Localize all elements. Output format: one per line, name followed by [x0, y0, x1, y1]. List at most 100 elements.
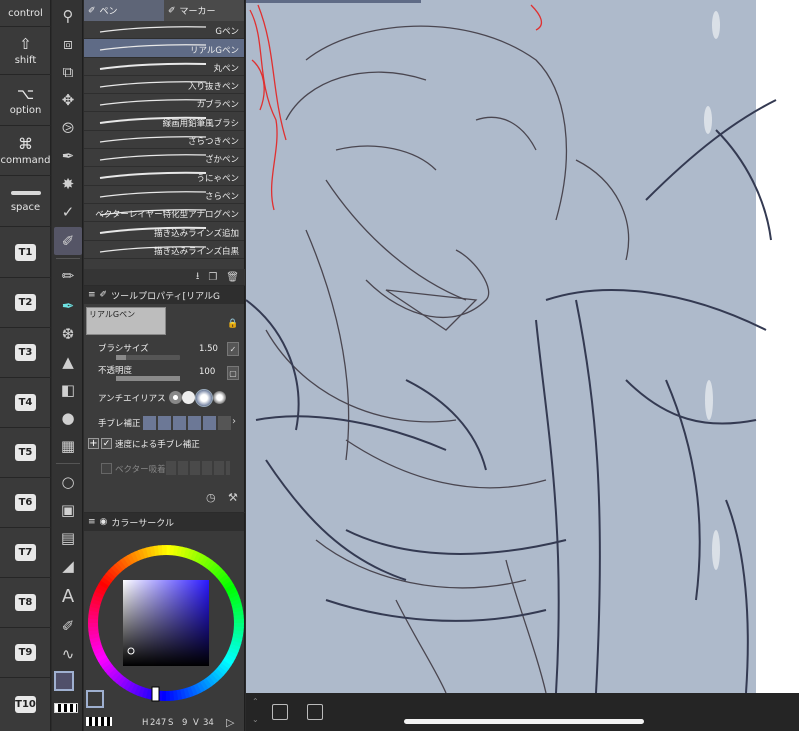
blend-tool-icon[interactable]: ● [54, 404, 82, 432]
layer-move-tool-icon[interactable]: ⧉ [54, 58, 82, 86]
brush-item[interactable]: ベクターレイヤー特化型アナログペン [84, 204, 244, 223]
t2-key[interactable]: T2 [0, 278, 51, 328]
gradient-tool-icon[interactable]: ▣ [54, 496, 82, 524]
pen-tab-icon: ✐ [88, 5, 96, 16]
ink-brush-tool-icon[interactable]: ❆ [54, 320, 82, 348]
t5-key[interactable]: T5 [0, 428, 51, 478]
trash-icon[interactable]: 🗑 [226, 272, 239, 283]
tab-pen[interactable]: ✐ ペン [84, 0, 164, 21]
opacity-pressure-button[interactable]: ▢ [227, 366, 239, 380]
brush-item[interactable]: 線画用鉛筆風ブラシ [84, 112, 244, 131]
brush-item[interactable]: 描き込みラインズ白黒 [84, 241, 244, 259]
t6-key[interactable]: T6 [0, 478, 51, 528]
tool-property-header: ≡ ✐ ツールプロパティ[リアルG [84, 286, 244, 304]
vector-snap-options[interactable] [166, 461, 230, 475]
wrench-icon[interactable]: ⚒ [228, 491, 238, 504]
download-icon[interactable]: ⭳ [196, 269, 200, 286]
layout-icon[interactable] [272, 704, 288, 720]
t10-key[interactable]: T10 [0, 678, 51, 731]
airbrush-tool-icon[interactable]: ▲ [54, 348, 82, 376]
eraser-tool-icon[interactable]: ◧ [54, 376, 82, 404]
antialias-weak[interactable] [182, 391, 195, 404]
control-key[interactable]: control [0, 0, 51, 27]
ruler-tool-icon[interactable]: ◢ [54, 552, 82, 580]
stabilization-step[interactable] [188, 416, 201, 430]
opacity-slider[interactable] [116, 376, 180, 381]
tool-divider [56, 258, 80, 259]
pen-nib-tool-icon[interactable]: ✒ [54, 142, 82, 170]
brush-item[interactable]: Gペン [84, 21, 244, 40]
speed-stabilization-checkbox[interactable]: ✓ [101, 438, 112, 449]
menu-icon[interactable]: ≡ [88, 517, 96, 527]
brush-item[interactable]: リアルGペン [84, 39, 244, 58]
t4-key[interactable]: T4 [0, 378, 51, 428]
zoom-tool-icon[interactable]: ⚲ [54, 2, 82, 30]
brush-item[interactable]: ざかペン [84, 149, 244, 168]
space-key[interactable]: space [0, 177, 51, 227]
move-tool-icon[interactable]: ✥ [54, 86, 82, 114]
stabilization-step[interactable] [143, 416, 156, 430]
stabilization-step[interactable] [203, 416, 216, 430]
opacity-value[interactable]: 100 [199, 367, 215, 377]
brush-size-slider[interactable] [116, 355, 180, 360]
brush-item[interactable]: うにゃペン [84, 167, 244, 186]
color-wheel[interactable] [84, 539, 245, 709]
command-key[interactable]: ⌘ command [0, 127, 51, 176]
stabilization-step[interactable] [158, 416, 171, 430]
object-tool-icon[interactable]: ⧈ [54, 30, 82, 58]
stabilization-step[interactable] [218, 416, 231, 430]
brush-item[interactable]: 丸ペン [84, 58, 244, 76]
tab-marker[interactable]: ✐ マーカー [164, 0, 244, 21]
t1-key[interactable]: T1 [0, 228, 51, 278]
frame-tool-icon[interactable]: ▤ [54, 524, 82, 552]
balloon-tool-icon[interactable]: ✐ [54, 612, 82, 640]
t7-key[interactable]: T7 [0, 528, 51, 578]
brush-tool-icon[interactable]: ✒ [54, 292, 82, 320]
sub-color-swatch[interactable] [86, 690, 104, 708]
brush-item-label: うにゃペン [196, 173, 239, 184]
chevron-right-icon[interactable]: › [232, 416, 236, 427]
t9-key[interactable]: T9 [0, 628, 51, 678]
brush-item[interactable]: 描き込みラインズ追加 [84, 222, 244, 241]
correct-line-tool-icon[interactable]: ∿ [54, 640, 82, 668]
brush-size-pressure-button[interactable]: ✓ [227, 342, 239, 356]
figure-tool-icon[interactable]: ○ [54, 468, 82, 496]
antialias-strong[interactable] [213, 391, 226, 404]
color-mode-icon[interactable]: ▷ [226, 716, 234, 729]
pen-tool-icon[interactable]: ✐ [54, 227, 82, 255]
transparent-color-swatch[interactable] [54, 703, 78, 713]
chevron-down-icon[interactable]: ⌄ [252, 715, 259, 724]
shift-key[interactable]: ⇧ shift [0, 28, 51, 75]
menu-icon[interactable]: ≡ [88, 290, 96, 300]
fit-view-icon[interactable] [307, 704, 323, 720]
brush-item[interactable]: 入り抜きペン [84, 76, 244, 95]
clock-icon[interactable]: ◷ [206, 491, 216, 504]
brush-item[interactable]: カブラペン [84, 94, 244, 113]
brush-item[interactable]: ざらつきペン [84, 131, 244, 150]
fill-tool-icon[interactable]: ▦ [54, 432, 82, 460]
chevron-up-icon[interactable]: ⌃ [252, 697, 259, 706]
drawing-canvas[interactable] [246, 0, 799, 693]
magic-wand-tool-icon[interactable]: ✸ [54, 170, 82, 198]
stabilization-step[interactable] [173, 416, 186, 430]
sketch-artwork[interactable] [246, 0, 799, 693]
option-icon: ⌥ [16, 84, 35, 103]
eyedropper-tool-icon[interactable]: ✓ [54, 198, 82, 226]
expand-plus-icon[interactable]: + [88, 438, 99, 449]
duplicate-icon[interactable]: ❐ [208, 272, 217, 283]
pencil-tool-icon[interactable]: ✏ [54, 262, 82, 290]
lock-icon[interactable]: 🔒 [227, 319, 238, 329]
brush-item[interactable]: さらペン [84, 186, 244, 204]
hue-cursor[interactable] [151, 686, 160, 702]
transparent-swatch[interactable] [86, 717, 112, 726]
antialias-medium[interactable] [195, 389, 213, 407]
option-key[interactable]: ⌥ option [0, 76, 51, 126]
t3-key[interactable]: T3 [0, 328, 51, 378]
main-color-swatch[interactable] [54, 671, 74, 691]
text-tool-icon[interactable]: A [54, 582, 82, 610]
antialias-none[interactable] [169, 391, 182, 404]
vector-snap-checkbox[interactable] [101, 463, 112, 474]
brush-size-value[interactable]: 1.50 [199, 344, 218, 354]
t8-key[interactable]: T8 [0, 578, 51, 628]
lasso-tool-icon[interactable]: ⧁ [54, 114, 82, 142]
